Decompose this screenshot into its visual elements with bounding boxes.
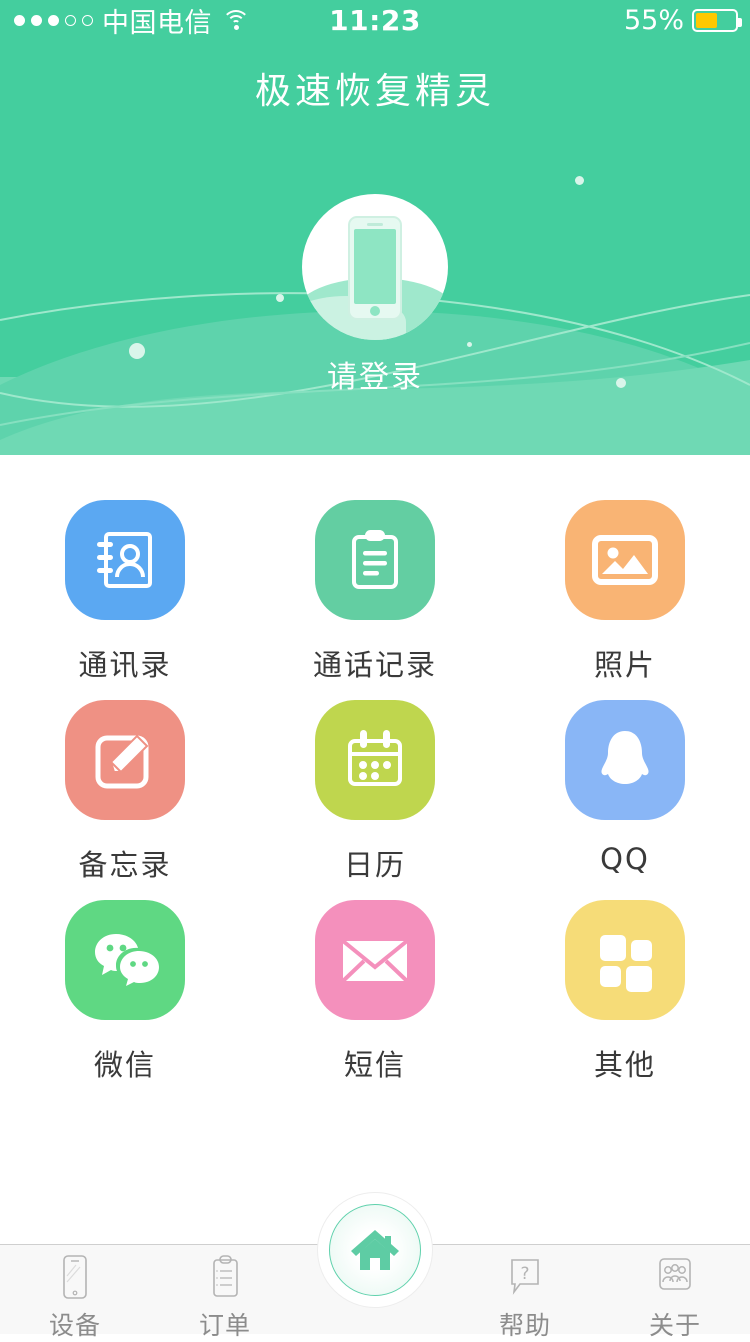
- grid-item-notes[interactable]: 备忘录: [25, 700, 225, 900]
- tab-label: 关于: [648, 1311, 701, 1340]
- phone-outline-icon: [54, 1254, 96, 1300]
- tab-label: 设备: [48, 1311, 101, 1340]
- grid-item-other[interactable]: 其他: [525, 900, 725, 1100]
- question-bubble-icon: ?: [504, 1254, 546, 1300]
- grid-item-label: 通讯录: [78, 648, 172, 682]
- avatar-circle: [302, 194, 448, 340]
- grid-item-label: 备忘录: [78, 848, 172, 882]
- tab-orders[interactable]: 订单: [150, 1245, 300, 1342]
- phone-screen: [354, 229, 396, 304]
- phone-speaker: [367, 223, 383, 226]
- decor-dot-1: [575, 176, 584, 185]
- svg-text:?: ?: [520, 1264, 529, 1284]
- grid-item-contacts[interactable]: 通讯录: [25, 500, 225, 700]
- grid-item-label: 日历: [343, 848, 406, 882]
- phone-avatar-icon: [348, 216, 402, 320]
- user-avatar[interactable]: [302, 194, 448, 340]
- grid-item-call-log[interactable]: 通话记录: [275, 500, 475, 700]
- photo-icon: [565, 500, 685, 620]
- tab-about[interactable]: 关于: [600, 1245, 750, 1342]
- grid-item-photos[interactable]: 照片: [525, 500, 725, 700]
- envelope-icon: [315, 900, 435, 1020]
- decor-dot-2: [276, 294, 284, 302]
- notes-icon: [65, 700, 185, 820]
- people-square-icon: [654, 1254, 696, 1300]
- grid-item-qq[interactable]: QQ: [525, 700, 725, 900]
- wechat-icon: [65, 900, 185, 1020]
- home-button-inner: [329, 1204, 421, 1296]
- contacts-icon: [65, 500, 185, 620]
- tab-label: 订单: [198, 1311, 251, 1340]
- header-banner: 极速恢复精灵 请登录: [0, 0, 750, 455]
- feature-grid: 通讯录 通话记录 照片 备忘录 日历 QQ 微信 短信 其他: [0, 455, 750, 1244]
- grid-item-sms[interactable]: 短信: [275, 900, 475, 1100]
- status-bar: 中国电信 11:23 55%: [0, 0, 750, 40]
- grid-icon: [565, 900, 685, 1020]
- login-prompt[interactable]: 请登录: [0, 352, 750, 396]
- clipboard-outline-icon: [204, 1254, 246, 1300]
- home-button[interactable]: [317, 1192, 433, 1308]
- grid-item-label: QQ: [600, 842, 650, 876]
- grid-item-label: 通话记录: [312, 648, 437, 682]
- clock-label: 11:23: [329, 3, 421, 37]
- clipboard-icon: [315, 500, 435, 620]
- grid-item-label: 微信: [93, 1048, 156, 1082]
- home-icon: [351, 1230, 399, 1270]
- battery-icon: [692, 8, 742, 32]
- page-title: 极速恢复精灵: [254, 71, 495, 112]
- grid-item-label: 短信: [343, 1048, 406, 1082]
- grid-item-label: 照片: [593, 648, 656, 682]
- decor-dot-3: [467, 342, 472, 347]
- qq-icon: [565, 700, 685, 820]
- tab-label: 帮助: [498, 1311, 551, 1340]
- tab-device[interactable]: 设备: [0, 1245, 150, 1342]
- grid-item-wechat[interactable]: 微信: [25, 900, 225, 1100]
- tab-help[interactable]: ? 帮助: [450, 1245, 600, 1342]
- grid-item-label: 其他: [593, 1048, 656, 1082]
- grid-item-calendar[interactable]: 日历: [275, 700, 475, 900]
- calendar-icon: [315, 700, 435, 820]
- phone-home-dot: [370, 306, 380, 316]
